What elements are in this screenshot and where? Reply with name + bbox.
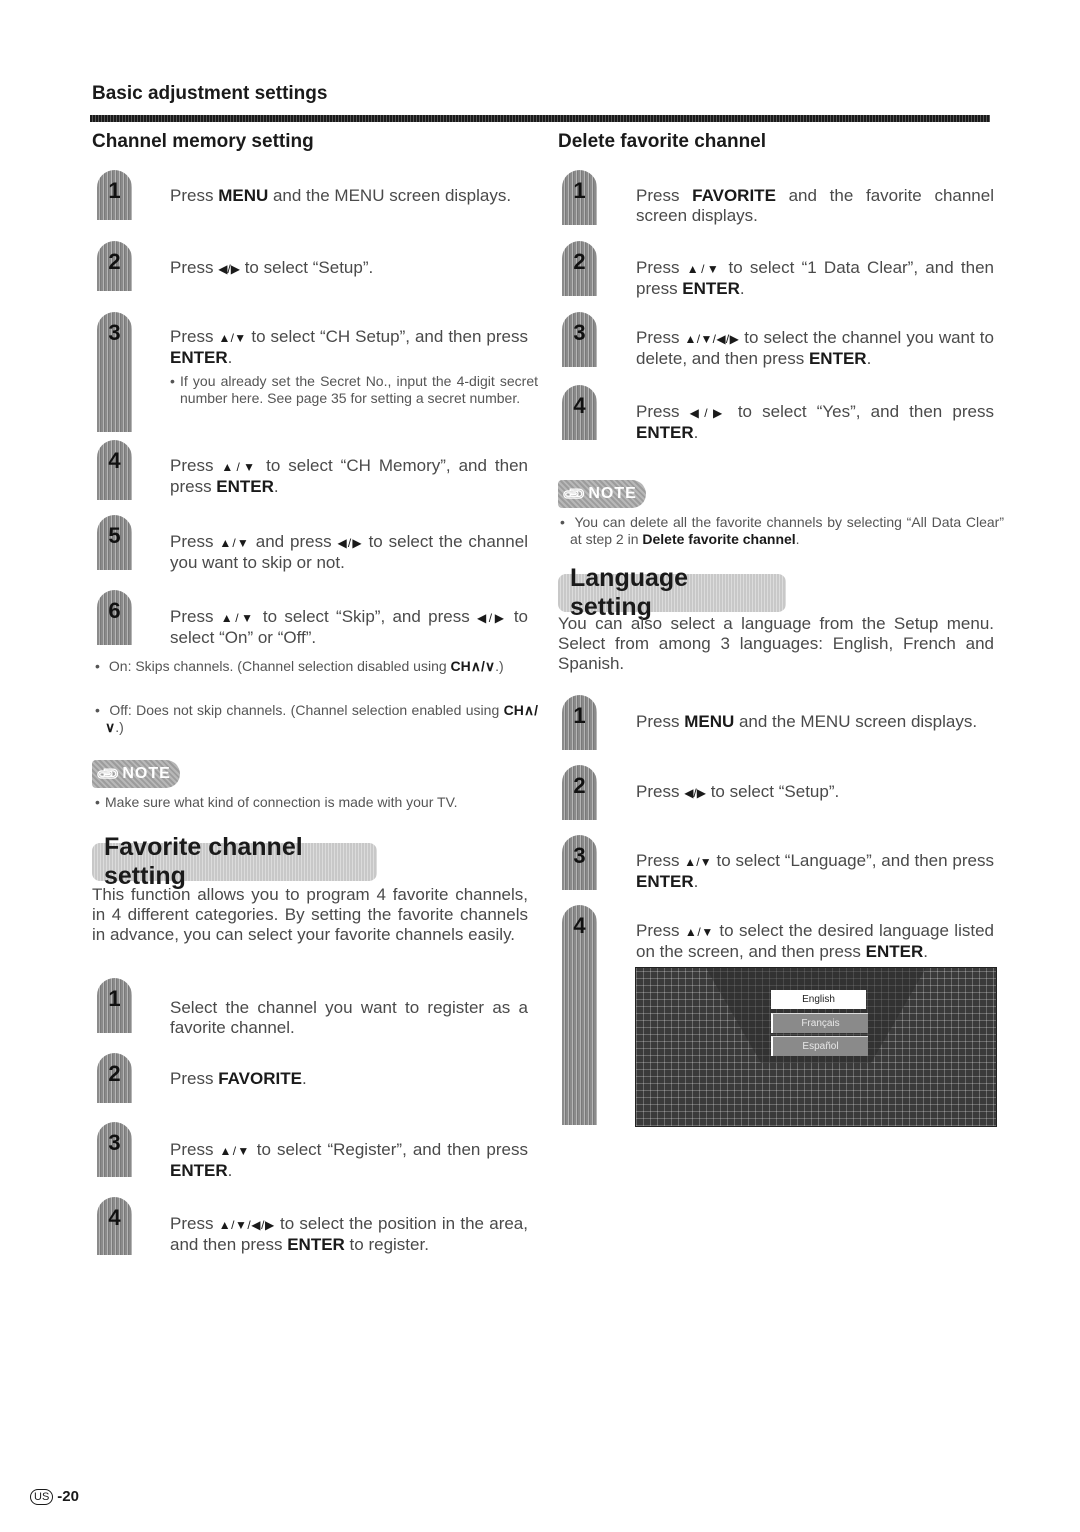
fav-step-3: Press ▲/▼ to select “Register”, and then…	[170, 1140, 529, 1180]
cm-step-5: Press ▲/▼ and press ◀/▶ to select the ch…	[170, 532, 528, 572]
step-badge-4: 4	[562, 385, 597, 440]
step-badge-2: 2	[97, 241, 132, 291]
step-badge-6: 6	[97, 590, 132, 645]
cm-step-4: Press ▲/▼ to select “CH Memory”, and the…	[170, 456, 528, 496]
step-badge-1: 1	[562, 170, 597, 225]
language-option-english[interactable]: English	[771, 990, 866, 1009]
channel-memory-title: Channel memory setting	[92, 131, 314, 152]
step-badge-5: 5	[97, 515, 132, 570]
left-right-arrow-icon: ◀/▶	[337, 536, 363, 550]
cm-step-3: Press ▲/▼ to select “CH Setup”, and then…	[170, 327, 528, 367]
page-number: US -20	[30, 1488, 79, 1505]
four-way-arrow-icon: ▲/▼/◀/▶	[684, 332, 740, 346]
step-badge-1: 1	[562, 695, 597, 750]
del-step-2: Press ▲/▼ to select “1 Data Clear”, and …	[636, 258, 994, 298]
step-badge-3: 3	[97, 1122, 132, 1177]
lang-step-1: Press MENU and the MENU screen displays.	[636, 712, 978, 731]
step-badge-2: 2	[562, 765, 597, 820]
left-right-arrow-icon: ◀/▶	[477, 611, 507, 625]
language-setting-banner: Language setting	[558, 564, 786, 621]
page-header-title: Basic adjustment settings	[92, 83, 328, 104]
step-badge-3: 3	[562, 835, 597, 890]
lang-step-2: Press ◀/▶ to select “Setup”.	[636, 782, 840, 801]
language-option-francais[interactable]: Français	[771, 1013, 868, 1033]
del-step-1: Press FAVORITE and the favorite channel …	[636, 186, 994, 225]
left-right-arrow-icon: ◀/▶	[218, 262, 240, 276]
language-menu-screenshot: English Français Español	[635, 967, 997, 1127]
header-rule	[90, 115, 990, 122]
left-right-arrow-icon: ◀/▶	[689, 406, 728, 420]
region-mark: US	[30, 1488, 54, 1505]
cm-step-1: Press MENU and the MENU screen displays.	[170, 186, 512, 205]
del-step-4: Press ◀/▶ to select “Yes”, and then pres…	[636, 402, 994, 442]
up-down-arrow-icon: ▲/▼	[221, 460, 259, 474]
favorite-setting-intro: This function allows you to program 4 fa…	[92, 885, 528, 944]
four-way-arrow-icon: ▲/▼/◀/▶	[218, 1218, 275, 1232]
cm-step-6: Press ▲/▼ to select “Skip”, and press ◀/…	[170, 607, 528, 647]
fav-step-1: Select the channel you want to register …	[170, 998, 528, 1037]
connection-note: Make sure what kind of connection is mad…	[95, 794, 538, 811]
del-step-3: Press ▲/▼/◀/▶ to select the channel you …	[636, 328, 994, 368]
left-right-arrow-icon: ◀/▶	[684, 786, 706, 800]
step-badge-1: 1	[97, 170, 132, 220]
step-badge-3: 3	[97, 312, 132, 432]
step-badge-4: 4	[97, 440, 132, 500]
skip-off-bullet: Off: Does not skip channels. (Channel se…	[95, 702, 538, 736]
cm-step-3-bullet: If you already set the Secret No., input…	[170, 373, 538, 407]
delete-all-note: You can delete all the favorite channels…	[560, 514, 1004, 548]
fav-step-2: Press FAVORITE.	[170, 1069, 307, 1088]
up-down-arrow-icon: ▲/▼	[219, 536, 250, 550]
skip-on-bullet: On: Skips channels. (Channel selection d…	[95, 658, 538, 675]
paperclip-icon: 📎︎	[561, 480, 589, 508]
cm-step-2: Press ◀/▶ to select “Setup”.	[170, 258, 374, 277]
step-badge-4: 4	[97, 1197, 132, 1255]
step-badge-3: 3	[562, 312, 597, 367]
lang-step-4: Press ▲/▼ to select the desired language…	[636, 921, 994, 961]
paperclip-icon: 📎︎	[95, 760, 123, 788]
step-badge-1: 1	[97, 978, 132, 1033]
favorite-setting-banner: Favorite channel setting	[92, 833, 377, 890]
step-badge-4: 4	[562, 905, 597, 1125]
up-down-arrow-icon: ▲/▼	[686, 262, 722, 276]
lang-step-3: Press ▲/▼ to select “Language”, and then…	[636, 851, 994, 891]
up-down-arrow-icon: ▲/▼	[219, 1144, 251, 1158]
up-down-arrow-icon: ▲/▼	[684, 925, 714, 939]
language-option-espanol[interactable]: Español	[771, 1036, 868, 1056]
step-badge-2: 2	[97, 1053, 132, 1103]
fav-step-4: Press ▲/▼/◀/▶ to select the position in …	[170, 1214, 528, 1254]
language-setting-intro: You can also select a language from the …	[558, 614, 994, 673]
delete-favorite-title: Delete favorite channel	[558, 131, 767, 152]
up-down-arrow-icon: ▲/▼	[684, 855, 712, 869]
note-badge: 📎︎ NOTE	[92, 760, 180, 788]
up-down-arrow-icon: ▲/▼	[220, 611, 256, 625]
note-badge: 📎︎ NOTE	[558, 480, 646, 508]
up-down-arrow-icon: ▲/▼	[218, 331, 247, 345]
step-badge-2: 2	[562, 241, 597, 296]
